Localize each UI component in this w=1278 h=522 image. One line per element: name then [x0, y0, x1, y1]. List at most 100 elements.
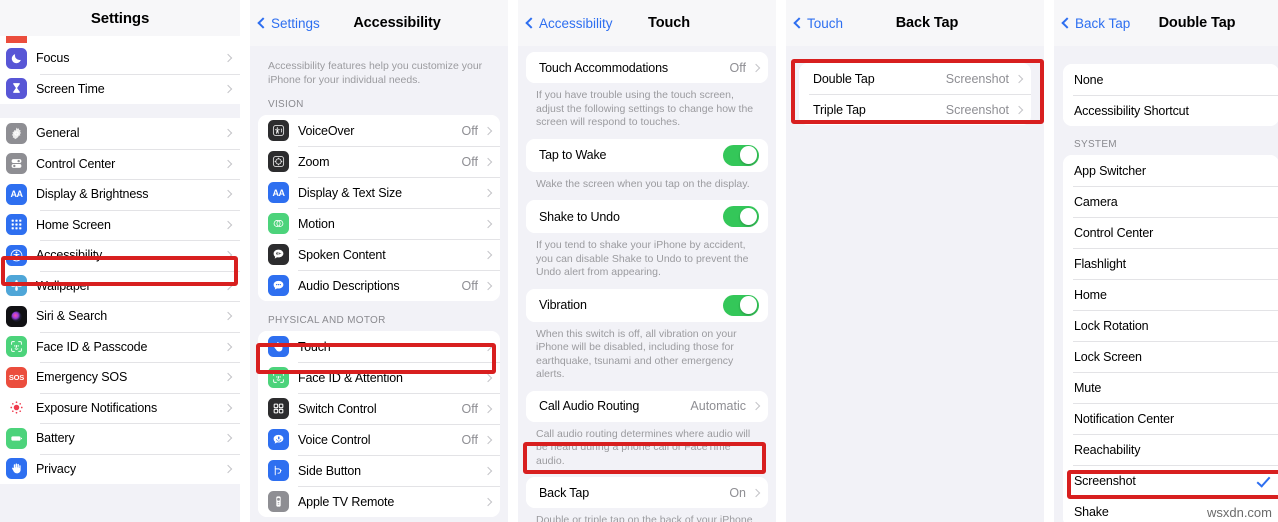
aa-text-icon: AA [268, 182, 289, 203]
row-flashlight[interactable]: Flashlight [1063, 248, 1278, 279]
row-motion[interactable]: Motion [258, 208, 500, 239]
row-lock-screen[interactable]: Lock Screen [1063, 341, 1278, 372]
page-title: Settings [90, 9, 150, 27]
sidebar-item-general[interactable]: General [0, 118, 240, 149]
touch-scroll-area[interactable]: Touch Accommodations Off If you have tro… [518, 46, 776, 522]
row-camera[interactable]: Camera [1063, 186, 1278, 217]
sidebar-item-display-brightness[interactable]: AA Display & Brightness [0, 179, 240, 210]
row-control-center[interactable]: Control Center [1063, 217, 1278, 248]
back-tap-scroll-area[interactable]: Double Tap Screenshot Triple Tap Screens… [786, 46, 1044, 522]
chevron-right-icon [483, 250, 493, 259]
row-label: Voice Control [298, 432, 371, 447]
chevron-right-icon [223, 129, 233, 138]
shake-to-undo-note: If you tend to shake your iPhone by acci… [536, 239, 749, 278]
row-accessibility-shortcut[interactable]: Accessibility Shortcut [1063, 95, 1278, 126]
chevron-right-icon [223, 159, 233, 168]
back-button-touch[interactable]: Touch [793, 15, 844, 31]
chevron-left-icon [1061, 17, 1073, 29]
chevron-right-icon [483, 188, 493, 197]
tap-to-wake-toggle[interactable] [723, 144, 759, 166]
motion-icon [268, 213, 289, 234]
row-label: Face ID & Attention [298, 370, 403, 385]
touch-accommodations-note: If you have trouble using the touch scre… [536, 89, 754, 128]
row-screenshot[interactable]: Screenshot [1063, 465, 1278, 496]
row-label: VoiceOver [298, 123, 355, 138]
hand-privacy-icon [6, 458, 27, 480]
row-switch-control[interactable]: Switch Control Off [258, 393, 500, 424]
row-face-id-attention[interactable]: Face ID & Attention [258, 362, 500, 393]
gear-icon [6, 122, 27, 144]
row-label: Flashlight [1074, 256, 1126, 271]
accessibility-intro-text: Accessibility features help you customiz… [268, 60, 483, 86]
row-back-tap[interactable]: Back Tap On [526, 477, 768, 508]
tap-to-wake-note: Wake the screen when you tap on the disp… [536, 177, 750, 190]
shake-to-undo-toggle[interactable] [723, 206, 759, 227]
sidebar-item-exposure-notifications[interactable]: Exposure Notifications [0, 392, 240, 423]
chevron-left-icon [793, 17, 805, 29]
chevron-right-icon [223, 342, 233, 351]
vibration-toggle[interactable] [723, 294, 759, 316]
row-zoom[interactable]: Zoom Off [258, 146, 500, 177]
sidebar-item-focus[interactable]: Focus [0, 43, 240, 74]
chevron-right-icon [1014, 105, 1024, 114]
row-voice-control[interactable]: Voice Control Off [258, 424, 500, 455]
sidebar-item-home-screen[interactable]: Home Screen [0, 209, 240, 240]
toggle-knob [739, 296, 758, 314]
sidebar-item-siri-search[interactable]: Siri & Search [0, 301, 240, 332]
accessibility-person-icon [6, 244, 27, 266]
sidebar-item-privacy[interactable]: Privacy [0, 453, 240, 484]
chevron-right-icon [483, 373, 493, 382]
row-triple-tap[interactable]: Triple Tap Screenshot [799, 94, 1031, 125]
double-tap-scroll-area[interactable]: None Accessibility Shortcut SYSTEM App S… [1054, 46, 1278, 522]
row-notification-center[interactable]: Notification Center [1063, 403, 1278, 434]
row-value: Screenshot [945, 102, 1009, 117]
settings-scroll-area[interactable]: Focus Screen Time General Control Center… [0, 36, 240, 522]
sidebar-item-screen-time[interactable]: Screen Time [0, 73, 240, 104]
back-button-label: Touch [807, 15, 844, 31]
side-button-icon [268, 460, 289, 481]
row-home[interactable]: Home [1063, 279, 1278, 310]
row-audio-descriptions[interactable]: Audio Descriptions Off [258, 270, 500, 301]
notifications-icon [6, 36, 27, 43]
chevron-right-icon [223, 84, 233, 93]
row-touch-accommodations[interactable]: Touch Accommodations Off [526, 52, 768, 83]
row-side-button[interactable]: Side Button [258, 455, 500, 486]
panel-back-tap: Touch Back Tap Double Tap Screenshot Tri… [786, 0, 1044, 522]
row-app-switcher[interactable]: App Switcher [1063, 155, 1278, 186]
chevron-right-icon [483, 219, 493, 228]
row-double-tap[interactable]: Double Tap Screenshot [799, 63, 1031, 94]
row-spoken-content[interactable]: Spoken Content [258, 239, 500, 270]
accessibility-scroll-area[interactable]: Accessibility features help you customiz… [250, 46, 508, 522]
sliders-icon [6, 153, 27, 175]
exposure-dot-icon [6, 397, 27, 419]
row-label: Privacy [36, 461, 76, 476]
row-voiceover[interactable]: VoiceOver Off [258, 115, 500, 146]
back-button-accessibility[interactable]: Accessibility [525, 16, 613, 31]
row-none[interactable]: None [1063, 64, 1278, 95]
row-value: Off [461, 154, 478, 169]
back-button-settings[interactable]: Settings [257, 16, 320, 31]
sidebar-item-emergency-sos[interactable]: SOS Emergency SOS [0, 362, 240, 393]
row-vibration[interactable]: Vibration [526, 288, 768, 322]
row-display-text-size[interactable]: AA Display & Text Size [258, 177, 500, 208]
sidebar-item-wallpaper[interactable]: Wallpaper [0, 270, 240, 301]
sidebar-item-control-center[interactable]: Control Center [0, 148, 240, 179]
row-reachability[interactable]: Reachability [1063, 434, 1278, 465]
checkmark-icon [1258, 475, 1270, 487]
row-apple-tv-remote[interactable]: Apple TV Remote [258, 486, 500, 517]
back-button-back-tap[interactable]: Back Tap [1061, 16, 1130, 31]
accessibility-nav-bar: Settings Accessibility [250, 0, 508, 46]
back-tap-actions-group: Double Tap Screenshot Triple Tap Screens… [799, 63, 1031, 125]
row-shake-to-undo[interactable]: Shake to Undo [526, 200, 768, 233]
vibration-note: When this switch is off, all vibration o… [536, 327, 737, 381]
sidebar-item-face-id-passcode[interactable]: Face ID & Passcode [0, 331, 240, 362]
toggle-knob [739, 207, 758, 226]
row-lock-rotation[interactable]: Lock Rotation [1063, 310, 1278, 341]
row-tap-to-wake[interactable]: Tap to Wake [526, 138, 768, 172]
sidebar-item-battery[interactable]: Battery [0, 423, 240, 454]
face-id-icon [6, 336, 27, 358]
row-mute[interactable]: Mute [1063, 372, 1278, 403]
row-touch[interactable]: Touch [258, 331, 500, 362]
row-call-audio-routing[interactable]: Call Audio Routing Automatic [526, 390, 768, 422]
sidebar-item-accessibility[interactable]: Accessibility [0, 240, 240, 271]
